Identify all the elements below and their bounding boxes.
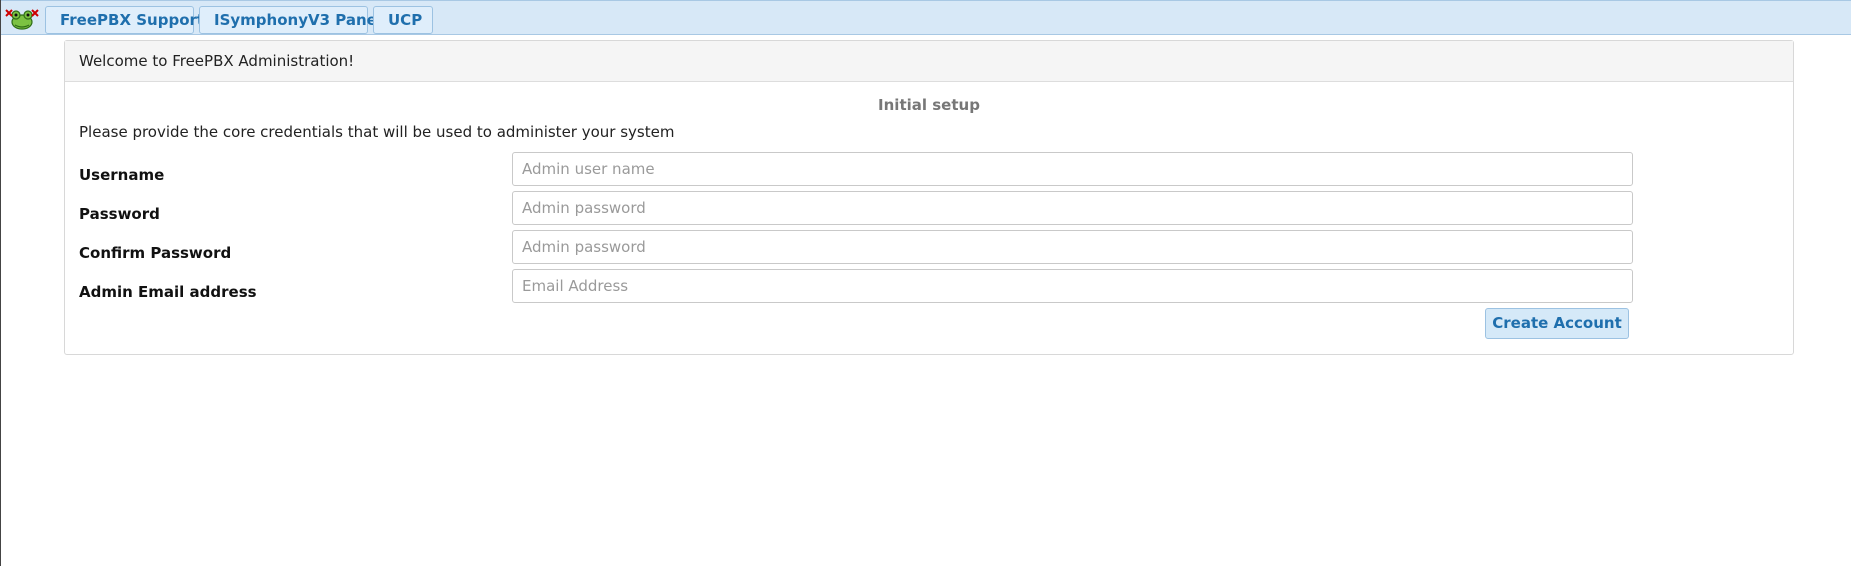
password-label: Password xyxy=(79,205,160,223)
intro-text: Please provide the core credentials that… xyxy=(79,123,675,141)
confirm-password-input[interactable] xyxy=(512,230,1633,264)
isymphony-panel-button[interactable]: ISymphonyV3 Panel xyxy=(199,6,382,34)
ucp-button[interactable]: UCP xyxy=(373,6,433,34)
initial-setup-panel: Welcome to FreePBX Administration! Initi… xyxy=(64,40,1794,355)
username-input[interactable] xyxy=(512,152,1633,186)
admin-email-input[interactable] xyxy=(512,269,1633,303)
panel-header: Welcome to FreePBX Administration! xyxy=(65,41,1793,82)
freepbx-support-button[interactable]: FreePBX Support xyxy=(45,6,204,34)
admin-email-label: Admin Email address xyxy=(79,283,257,301)
section-title: Initial setup xyxy=(878,96,980,114)
create-account-button[interactable]: Create Account xyxy=(1485,308,1629,339)
password-input[interactable] xyxy=(512,191,1633,225)
username-label: Username xyxy=(79,166,165,184)
confirm-password-label: Confirm Password xyxy=(79,244,232,262)
freepbx-logo-icon[interactable] xyxy=(3,5,41,32)
top-navigation-bar: FreePBX Support ISymphonyV3 Panel UCP xyxy=(1,0,1851,35)
